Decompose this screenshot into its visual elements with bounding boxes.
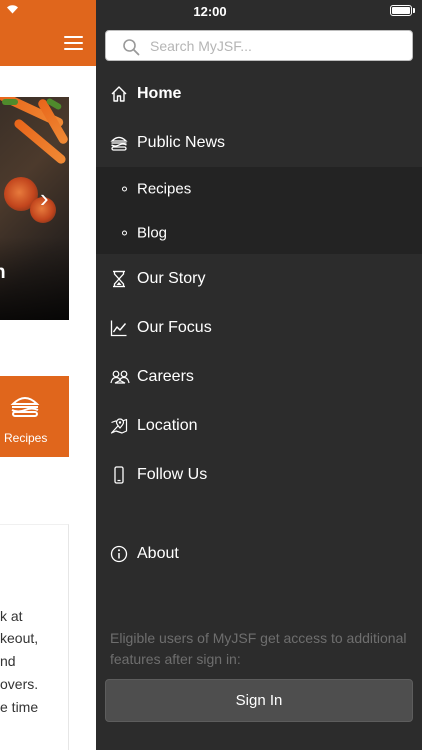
people-icon: [110, 370, 130, 384]
nav-label-location: Location: [137, 416, 198, 434]
nav-label-about: About: [137, 544, 179, 562]
hamburger-menu-icon[interactable]: [64, 36, 83, 50]
nav-item-home[interactable]: Home: [96, 70, 422, 118]
background-app: › h Recipes k at keout, nd overs. e time: [0, 0, 96, 750]
recipes-tile-label: Recipes: [4, 431, 48, 445]
hero-carousel-image[interactable]: [0, 97, 69, 320]
nav-item-location[interactable]: Location: [96, 401, 422, 450]
card-text-line: nd: [0, 653, 16, 669]
nav-item-about[interactable]: About: [96, 529, 422, 578]
search-icon: [123, 39, 140, 56]
nav-item-follow-us[interactable]: Follow Us: [96, 450, 422, 499]
wifi-icon: [7, 5, 18, 14]
sign-in-button[interactable]: Sign In: [105, 679, 413, 722]
search-input[interactable]: [150, 31, 405, 60]
nav-label-public-news: Public News: [137, 133, 226, 151]
navigation-drawer: 12:00 Home Public: [96, 0, 422, 750]
bullet-icon: [122, 186, 127, 192]
battery-tip: [413, 8, 415, 13]
burger-icon: [110, 136, 128, 151]
info-icon: [110, 545, 128, 562]
sidebar-item-blog[interactable]: Blog: [96, 211, 422, 255]
nav-item-public-news[interactable]: Public News: [96, 118, 422, 167]
mobile-phone-icon: [114, 465, 124, 484]
battery-icon: [390, 5, 412, 16]
nav-menu: Home Public News Recipes Blog Our Story …: [96, 70, 422, 499]
line-chart-icon: [110, 320, 127, 336]
nav-label-home: Home: [137, 85, 182, 102]
sidebar-item-recipes[interactable]: Recipes: [96, 167, 422, 211]
hero-title: h: [0, 262, 6, 284]
nav-item-careers[interactable]: Careers: [96, 352, 422, 401]
nav-label-careers: Careers: [137, 367, 194, 385]
card-text-line: keout,: [0, 630, 39, 646]
app-header-bar: [0, 0, 96, 66]
card-text-line: overs.: [0, 676, 39, 692]
signin-note: Eligible users of MyJSF get access to ad…: [110, 630, 407, 667]
nav-item-our-story[interactable]: Our Story: [96, 254, 422, 303]
home-icon: [111, 86, 127, 102]
search-box[interactable]: [105, 30, 413, 61]
card-text-line: e time: [0, 699, 39, 715]
hourglass-icon: [113, 270, 125, 287]
nav-label-recipes: Recipes: [137, 180, 192, 198]
burger-icon: [10, 397, 40, 417]
nav-label-our-focus: Our Focus: [137, 318, 212, 336]
nav-label-follow-us: Follow Us: [137, 465, 208, 483]
bullet-icon: [122, 230, 127, 236]
card-text-line: k at: [0, 608, 23, 624]
carousel-next-icon[interactable]: ›: [40, 183, 49, 214]
map-pin-icon: [110, 417, 128, 434]
status-time: 12:00: [193, 4, 227, 19]
public-news-submenu: Recipes Blog: [96, 167, 422, 254]
search-bar: [96, 22, 422, 70]
nav-item-our-focus[interactable]: Our Focus: [96, 303, 422, 352]
status-bar: 12:00: [96, 0, 422, 22]
nav-label-blog: Blog: [137, 224, 168, 242]
nav-label-our-story: Our Story: [137, 269, 206, 287]
